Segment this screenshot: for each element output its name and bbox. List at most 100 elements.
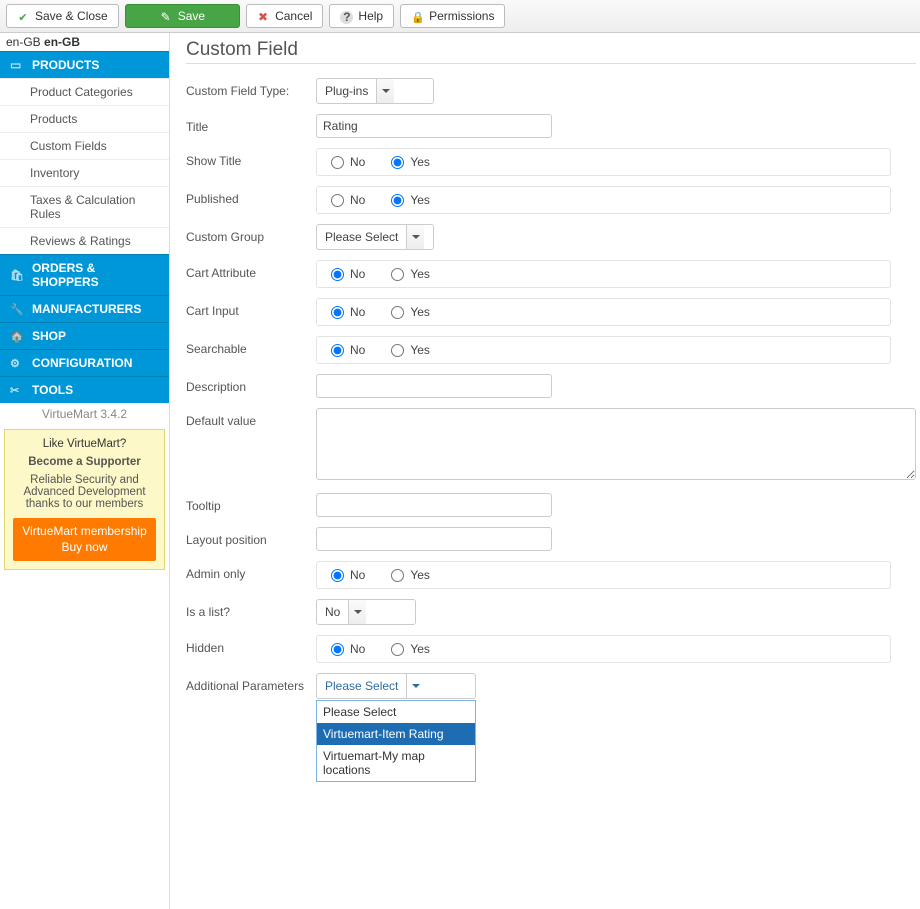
layout-position-input[interactable] bbox=[316, 527, 552, 551]
sidebar-shop-label: SHOP bbox=[32, 329, 66, 343]
page-title: Custom Field bbox=[186, 39, 916, 64]
show-title-yes[interactable] bbox=[391, 156, 404, 169]
sidebar-configuration[interactable]: CONFIGURATION bbox=[0, 349, 169, 376]
published-no[interactable] bbox=[331, 194, 344, 207]
group-value: Please Select bbox=[317, 230, 406, 244]
sidebar-inv-label: Inventory bbox=[30, 166, 79, 180]
label-searchable: Searchable bbox=[186, 336, 316, 356]
tooltip-input[interactable] bbox=[316, 493, 552, 517]
promo-text: Reliable Security and Advanced Developme… bbox=[13, 474, 156, 510]
hidden-radio-group: No Yes bbox=[316, 635, 891, 663]
lang-a: en-GB bbox=[6, 35, 41, 49]
sidebar: en-GB en-GB PRODUCTS Product Categories … bbox=[0, 33, 170, 909]
promo-buy-button[interactable]: VirtueMart membership Buy now bbox=[13, 518, 156, 561]
dropdown-option-please-select[interactable]: Please Select bbox=[317, 701, 475, 723]
label-cart-attribute: Cart Attribute bbox=[186, 260, 316, 280]
check-icon bbox=[17, 10, 29, 22]
sidebar-shop[interactable]: SHOP bbox=[0, 322, 169, 349]
custom-field-type-select[interactable]: Plug-ins bbox=[316, 78, 434, 104]
top-toolbar: Save & Close Save Cancel Help Permission… bbox=[0, 0, 920, 33]
searchable-radio-group: No Yes bbox=[316, 336, 891, 364]
dropdown-option-map-locations[interactable]: Virtuemart-My map locations bbox=[317, 745, 475, 781]
label-tooltip: Tooltip bbox=[186, 493, 316, 513]
version-text: VirtueMart 3.4.2 bbox=[0, 403, 169, 425]
no-label: No bbox=[350, 155, 365, 169]
label-hidden: Hidden bbox=[186, 635, 316, 655]
additional-parameters-select[interactable]: Please Select Please Select Virtuemart-I… bbox=[316, 673, 476, 699]
pencil-icon bbox=[160, 10, 172, 22]
searchable-yes[interactable] bbox=[391, 344, 404, 357]
label-additional-parameters: Additional Parameters bbox=[186, 673, 316, 693]
sidebar-orders[interactable]: ORDERS & SHOPPERS bbox=[0, 254, 169, 295]
sidebar-taxes[interactable]: Taxes & Calculation Rules bbox=[0, 186, 169, 227]
save-close-button[interactable]: Save & Close bbox=[6, 4, 119, 28]
sidebar-reviews[interactable]: Reviews & Ratings bbox=[0, 227, 169, 254]
sidebar-inventory[interactable]: Inventory bbox=[0, 159, 169, 186]
sidebar-config-label: CONFIGURATION bbox=[32, 356, 132, 370]
sidebar-products-label: PRODUCTS bbox=[32, 58, 99, 72]
tools-icon bbox=[10, 383, 24, 397]
sidebar-product-categories[interactable]: Product Categories bbox=[0, 78, 169, 105]
label-custom-group: Custom Group bbox=[186, 224, 316, 244]
orders-icon bbox=[10, 268, 24, 282]
label-published: Published bbox=[186, 186, 316, 206]
sidebar-custom-fields[interactable]: Custom Fields bbox=[0, 132, 169, 159]
language-bar: en-GB en-GB bbox=[0, 33, 169, 51]
promo-heading: Like VirtueMart? bbox=[13, 438, 156, 450]
cft-value: Plug-ins bbox=[317, 84, 376, 98]
promo-buy-line1: VirtueMart membership bbox=[19, 524, 150, 540]
cart-attr-no[interactable] bbox=[331, 268, 344, 281]
show-title-no[interactable] bbox=[331, 156, 344, 169]
sidebar-tools[interactable]: TOOLS bbox=[0, 376, 169, 403]
dropdown-option-item-rating[interactable]: Virtuemart-Item Rating bbox=[317, 723, 475, 745]
permissions-button[interactable]: Permissions bbox=[400, 4, 505, 28]
save-button[interactable]: Save bbox=[125, 4, 240, 28]
label-show-title: Show Title bbox=[186, 148, 316, 168]
chevron-down-icon bbox=[376, 79, 394, 103]
yes-label: Yes bbox=[410, 155, 430, 169]
admin-only-radio-group: No Yes bbox=[316, 561, 891, 589]
lang-b: en-GB bbox=[44, 35, 80, 49]
default-value-textarea[interactable] bbox=[316, 408, 916, 480]
sidebar-products-sub[interactable]: Products bbox=[0, 105, 169, 132]
cart-input-yes[interactable] bbox=[391, 306, 404, 319]
label-default-value: Default value bbox=[186, 408, 316, 428]
help-button[interactable]: Help bbox=[329, 4, 394, 28]
admin-only-no[interactable] bbox=[331, 569, 344, 582]
hidden-no[interactable] bbox=[331, 643, 344, 656]
chevron-down-icon bbox=[406, 225, 424, 249]
sidebar-tools-label: TOOLS bbox=[32, 383, 73, 397]
admin-only-yes[interactable] bbox=[391, 569, 404, 582]
cart-input-no[interactable] bbox=[331, 306, 344, 319]
sidebar-manufacturers[interactable]: MANUFACTURERS bbox=[0, 295, 169, 322]
main-panel: Custom Field Custom Field Type: Plug-ins… bbox=[170, 33, 920, 909]
help-icon bbox=[340, 10, 352, 22]
searchable-no[interactable] bbox=[331, 344, 344, 357]
is-list-select[interactable]: No bbox=[316, 599, 416, 625]
cancel-button[interactable]: Cancel bbox=[246, 4, 323, 28]
shop-icon bbox=[10, 329, 24, 343]
custom-group-select[interactable]: Please Select bbox=[316, 224, 434, 250]
hidden-yes[interactable] bbox=[391, 643, 404, 656]
promo-box: Like VirtueMart? Become a Supporter Reli… bbox=[4, 429, 165, 570]
description-input[interactable] bbox=[316, 374, 552, 398]
published-radio-group: No Yes bbox=[316, 186, 891, 214]
title-input[interactable] bbox=[316, 114, 552, 138]
published-yes[interactable] bbox=[391, 194, 404, 207]
cart-attr-yes[interactable] bbox=[391, 268, 404, 281]
products-icon bbox=[10, 58, 24, 72]
show-title-radio-group: No Yes bbox=[316, 148, 891, 176]
label-description: Description bbox=[186, 374, 316, 394]
sidebar-products[interactable]: PRODUCTS bbox=[0, 51, 169, 78]
label-custom-field-type: Custom Field Type: bbox=[186, 78, 316, 98]
save-close-label: Save & Close bbox=[35, 9, 108, 23]
cancel-icon bbox=[257, 10, 269, 22]
chevron-down-icon bbox=[348, 600, 366, 624]
wrench-icon bbox=[10, 302, 24, 316]
label-cart-input: Cart Input bbox=[186, 298, 316, 318]
permissions-label: Permissions bbox=[429, 9, 494, 23]
additional-parameters-dropdown: Please Select Virtuemart-Item Rating Vir… bbox=[316, 700, 476, 782]
sidebar-orders-label: ORDERS & SHOPPERS bbox=[32, 261, 159, 289]
cart-input-radio-group: No Yes bbox=[316, 298, 891, 326]
sidebar-cats-label: Product Categories bbox=[30, 85, 133, 99]
